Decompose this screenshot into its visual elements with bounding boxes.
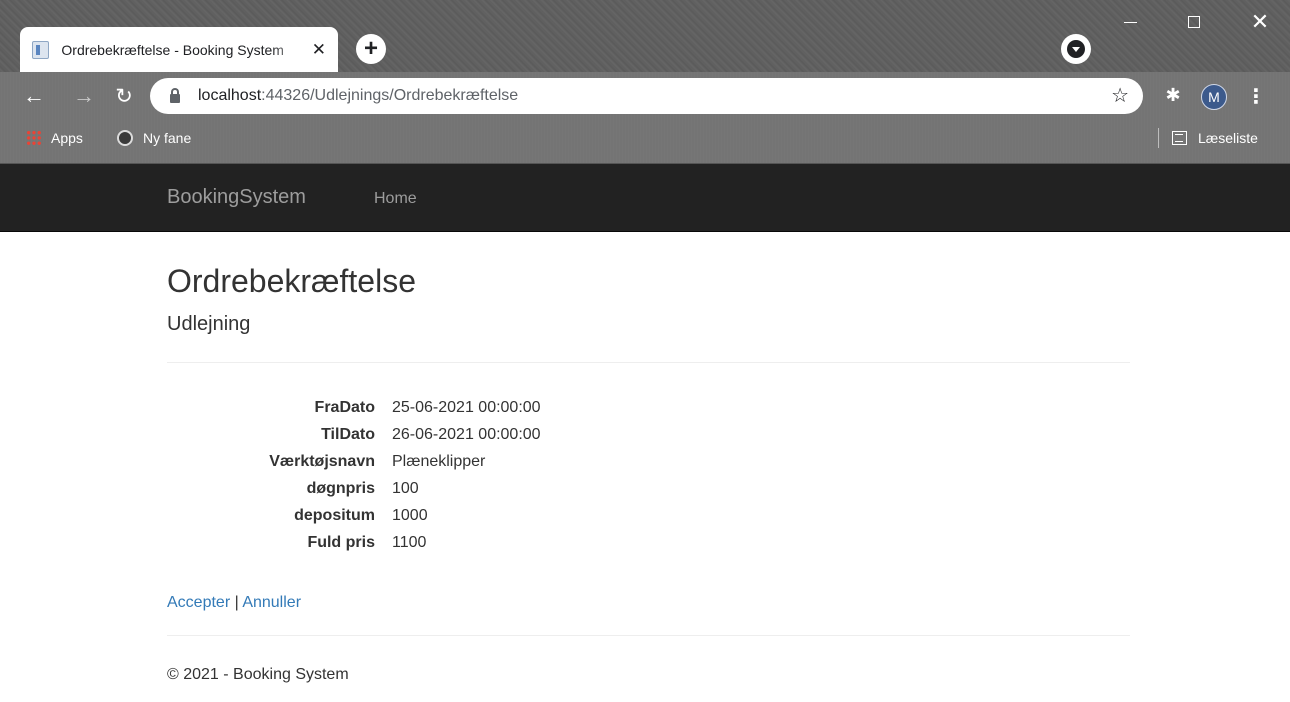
new-tab-button[interactable]: +	[356, 34, 386, 64]
apps-grid-icon	[26, 130, 42, 146]
detail-label: FraDato	[314, 398, 375, 416]
extensions-puzzle-icon[interactable]: ✱	[1160, 82, 1186, 108]
page-subtitle: Udlejning	[167, 313, 251, 336]
bookmark-apps[interactable]: Apps	[26, 130, 83, 146]
divider	[167, 362, 1130, 364]
reading-list-label: Læseliste	[1198, 130, 1258, 146]
bookmark-ny-fane-label: Ny fane	[143, 130, 192, 146]
detail-row-vaerktoejsnavn: Værktøjsnavn Plæneklipper	[167, 448, 1130, 475]
action-separator: |	[230, 594, 243, 612]
detail-row-tildato: TilDato 26-06-2021 00:00:00	[167, 421, 1130, 448]
navbar-brand[interactable]: BookingSystem	[167, 186, 306, 209]
bookmarks-divider	[1158, 128, 1159, 148]
back-arrow-icon[interactable]: ←	[20, 82, 48, 110]
tab-strip: Ordrebekræftelse - Booking System ✕ + ✕	[0, 0, 1290, 72]
detail-label: døgnpris	[306, 479, 375, 497]
window-maximize-button[interactable]	[1170, 4, 1218, 40]
window-close-button[interactable]: ✕	[1236, 4, 1284, 40]
main-content: Ordrebekræftelse Udlejning FraDato 25-06…	[167, 232, 1130, 684]
detail-label: depositum	[294, 506, 375, 524]
profile-avatar[interactable]: M	[1201, 84, 1227, 110]
browser-tab[interactable]: Ordrebekræftelse - Booking System ✕	[20, 27, 338, 72]
detail-value: 25-06-2021 00:00:00	[392, 398, 541, 416]
bookmark-star-icon[interactable]: ☆	[1111, 83, 1129, 108]
reading-list-icon	[1172, 131, 1187, 145]
tab-search-icon[interactable]	[1061, 34, 1091, 64]
detail-row-fradato: FraDato 25-06-2021 00:00:00	[167, 394, 1130, 421]
site-navbar: BookingSystem Home	[0, 164, 1290, 232]
detail-value: Plæneklipper	[392, 452, 486, 470]
detail-row-doegnpris: døgnpris 100	[167, 475, 1130, 502]
bookmark-apps-label: Apps	[51, 130, 83, 146]
nav-link-home[interactable]: Home	[374, 190, 417, 208]
address-bar[interactable]: localhost:44326/Udlejnings/Ordrebekræfte…	[150, 78, 1143, 114]
url-text[interactable]: localhost:44326/Udlejnings/Ordrebekræfte…	[198, 87, 518, 105]
tab-close-icon[interactable]: ✕	[312, 40, 326, 60]
window-minimize-button[interactable]	[1106, 4, 1154, 40]
browser-menu-icon[interactable]: ⋮	[1246, 82, 1266, 110]
forward-arrow-icon[interactable]: →	[70, 82, 98, 110]
cancel-link[interactable]: Annuller	[242, 594, 301, 611]
reload-icon[interactable]: ↻	[110, 82, 138, 110]
action-links: Accepter | Annuller	[167, 594, 1130, 612]
detail-row-depositum: depositum 1000	[167, 502, 1130, 529]
detail-value: 26-06-2021 00:00:00	[392, 425, 541, 443]
globe-icon	[117, 130, 133, 146]
lock-icon[interactable]	[170, 88, 180, 103]
detail-value: 100	[392, 479, 419, 497]
accept-link[interactable]: Accepter	[167, 594, 230, 611]
detail-label: Fuld pris	[307, 533, 375, 551]
detail-row-fuld-pris: Fuld pris 1100	[167, 529, 1130, 556]
url-host: localhost	[198, 87, 262, 104]
browser-toolbar: ← → ↻ localhost:44326/Udlejnings/Ordrebe…	[0, 72, 1290, 120]
detail-value: 1000	[392, 506, 428, 524]
url-path: :44326/Udlejnings/Ordrebekræftelse	[261, 87, 519, 104]
page-footer: © 2021 - Booking System	[167, 666, 349, 684]
bookmarks-bar: Apps Ny fane Læseliste	[0, 122, 1290, 158]
tab-title: Ordrebekræftelse - Booking System	[61, 41, 284, 58]
detail-value: 1100	[392, 533, 427, 551]
detail-label: Værktøjsnavn	[269, 452, 375, 470]
order-details: FraDato 25-06-2021 00:00:00 TilDato 26-0…	[167, 394, 1130, 556]
detail-label: TilDato	[321, 425, 375, 443]
page-favicon-icon	[32, 40, 50, 59]
reading-list-button[interactable]: Læseliste	[1172, 130, 1258, 146]
bookmark-ny-fane[interactable]: Ny fane	[117, 130, 191, 146]
page-title: Ordrebekræftelse	[167, 263, 416, 299]
browser-chrome: Ordrebekræftelse - Booking System ✕ + ✕ …	[0, 0, 1290, 164]
divider	[167, 635, 1130, 637]
